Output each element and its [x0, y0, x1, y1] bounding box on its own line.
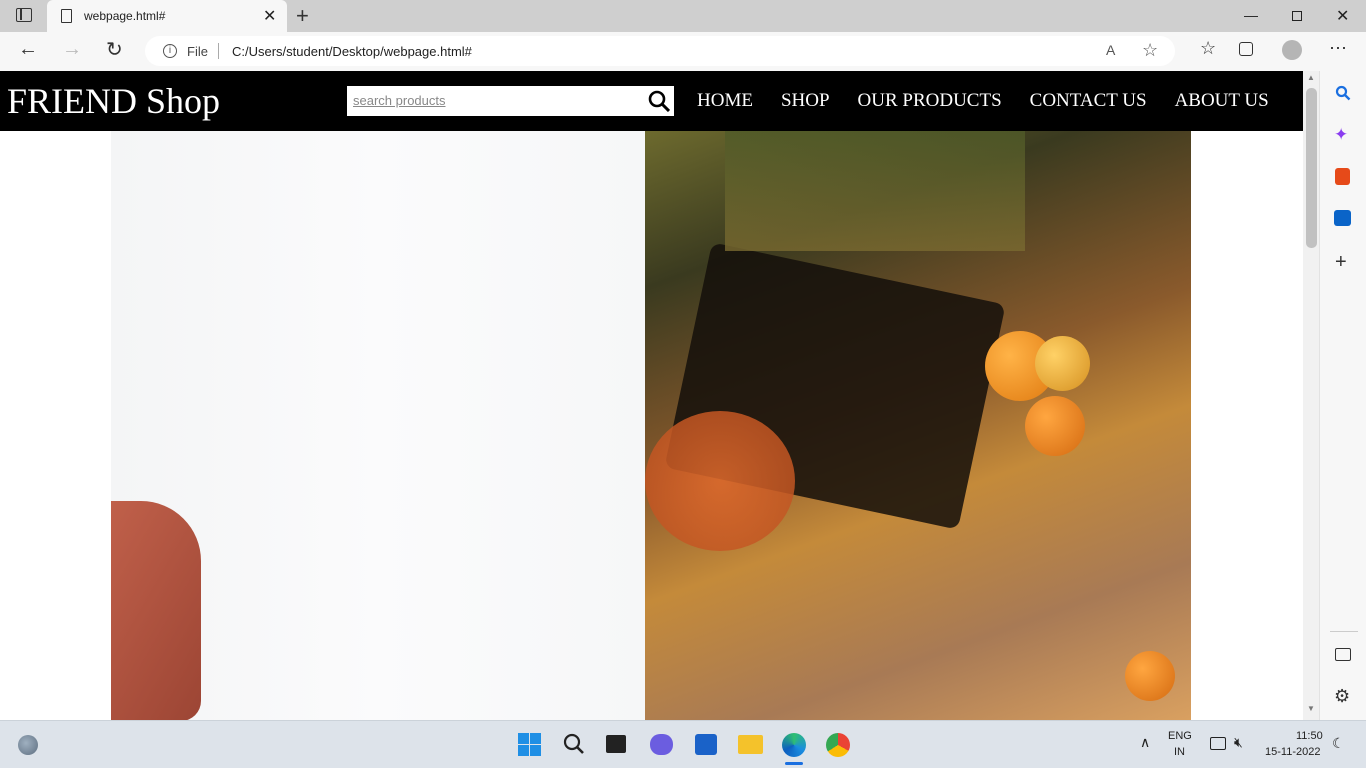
hide-sidebar-icon[interactable] — [1335, 648, 1351, 661]
nav-about-us[interactable]: ABOUT US — [1175, 90, 1269, 112]
outlook-icon[interactable] — [1334, 210, 1351, 226]
info-icon[interactable]: i — [163, 44, 177, 58]
volume-muted-icon[interactable]: 🔇︎ — [1234, 734, 1243, 751]
tab-title: webpage.html# — [84, 9, 166, 23]
search-icon[interactable] — [648, 90, 670, 112]
close-icon[interactable]: ✕ — [263, 6, 276, 26]
collections-icon[interactable] — [1239, 42, 1253, 56]
address-divider — [218, 43, 219, 59]
browser-tab-strip: webpage.html# ✕ + — ✕ — [0, 0, 1366, 32]
file-explorer-icon[interactable] — [738, 735, 763, 754]
favorites-icon[interactable]: ☆ — [1200, 38, 1216, 59]
network-icon[interactable] — [1210, 737, 1226, 750]
hero-image-left — [111, 131, 645, 720]
clock-time[interactable]: 11:50 — [1296, 730, 1323, 742]
window-close-icon[interactable]: ✕ — [1336, 6, 1349, 26]
plus-icon[interactable]: + — [296, 3, 309, 29]
tab-actions-icon[interactable] — [16, 8, 32, 22]
back-arrow-icon[interactable]: ← — [18, 38, 38, 61]
address-bar[interactable]: i File C:/Users/student/Desktop/webpage.… — [145, 36, 1175, 66]
more-icon[interactable]: ⋯ — [1329, 38, 1347, 59]
focus-assist-icon[interactable]: ☾ — [1332, 735, 1345, 752]
language-label[interactable]: ENG — [1168, 730, 1192, 742]
search-placeholder: search products — [353, 93, 446, 108]
orange-fruit-shape — [1035, 336, 1090, 391]
task-view-icon[interactable] — [606, 735, 626, 753]
clock-date[interactable]: 15-11-2022 — [1265, 746, 1320, 758]
shirt-sleeve-shape — [111, 501, 201, 720]
windows-taskbar: ∧ ENG IN 🔇︎ 11:50 15-11-2022 ☾ — [0, 720, 1366, 768]
scroll-down-icon[interactable]: ▼ — [1307, 704, 1315, 713]
address-url[interactable]: C:/Users/student/Desktop/webpage.html# — [232, 44, 472, 59]
sidebar-search-icon[interactable] — [1335, 85, 1351, 101]
star-add-icon[interactable]: ☆ — [1142, 40, 1158, 61]
page-viewport: FRIEND Shop search products HOME SHOP OU… — [0, 71, 1303, 720]
teams-chat-icon[interactable] — [650, 734, 673, 755]
region-label[interactable]: IN — [1174, 746, 1185, 758]
copilot-icon[interactable]: ✦ — [1334, 125, 1348, 145]
refresh-icon[interactable]: ↻ — [106, 37, 123, 62]
orange-blur-shape — [645, 411, 795, 551]
active-app-indicator — [785, 762, 803, 765]
scroll-up-icon[interactable]: ▲ — [1307, 73, 1315, 82]
page-scrollbar[interactable]: ▲ ▼ — [1303, 71, 1319, 720]
orange-fruit-shape — [1125, 651, 1175, 701]
forward-arrow-icon[interactable]: → — [62, 38, 82, 61]
widgets-icon[interactable] — [18, 735, 38, 755]
nav-our-products[interactable]: OUR PRODUCTS — [858, 90, 1002, 112]
settings-gear-icon[interactable]: ⚙ — [1334, 686, 1350, 707]
restore-icon[interactable] — [1292, 11, 1302, 21]
taskbar-search-icon[interactable] — [563, 733, 585, 755]
read-aloud-icon[interactable]: A — [1106, 42, 1115, 58]
address-scheme: File — [187, 44, 208, 59]
site-header: FRIEND Shop search products HOME SHOP OU… — [0, 71, 1303, 131]
scroll-thumb[interactable] — [1306, 88, 1317, 248]
site-logo[interactable]: FRIEND Shop — [7, 80, 220, 122]
hero-image-right — [645, 131, 1191, 720]
add-sidebar-app-icon[interactable]: + — [1335, 251, 1347, 274]
chrome-icon[interactable] — [826, 733, 850, 757]
edge-icon[interactable] — [782, 733, 806, 757]
nav-home[interactable]: HOME — [697, 90, 753, 112]
main-nav: HOME SHOP OUR PRODUCTS CONTACT US ABOUT … — [697, 90, 1269, 112]
sidebar-divider — [1330, 631, 1358, 632]
nav-contact-us[interactable]: CONTACT US — [1030, 90, 1147, 112]
search-input[interactable]: search products — [347, 86, 674, 116]
hidden-icons-chevron-icon[interactable]: ∧ — [1140, 734, 1150, 751]
store-icon[interactable] — [695, 734, 717, 755]
pineapple-leaves-shape — [725, 131, 1025, 251]
minimize-icon[interactable]: — — [1244, 7, 1258, 23]
page-icon — [61, 9, 72, 23]
orange-fruit-shape — [1025, 396, 1085, 456]
tab-webpage[interactable]: webpage.html# ✕ — [47, 0, 287, 32]
office-icon[interactable] — [1335, 168, 1350, 185]
nav-shop[interactable]: SHOP — [781, 90, 830, 112]
start-windows-icon[interactable] — [518, 733, 541, 756]
edge-sidebar: ✦ + ⚙ — [1319, 71, 1366, 720]
profile-icon[interactable] — [1282, 40, 1302, 60]
